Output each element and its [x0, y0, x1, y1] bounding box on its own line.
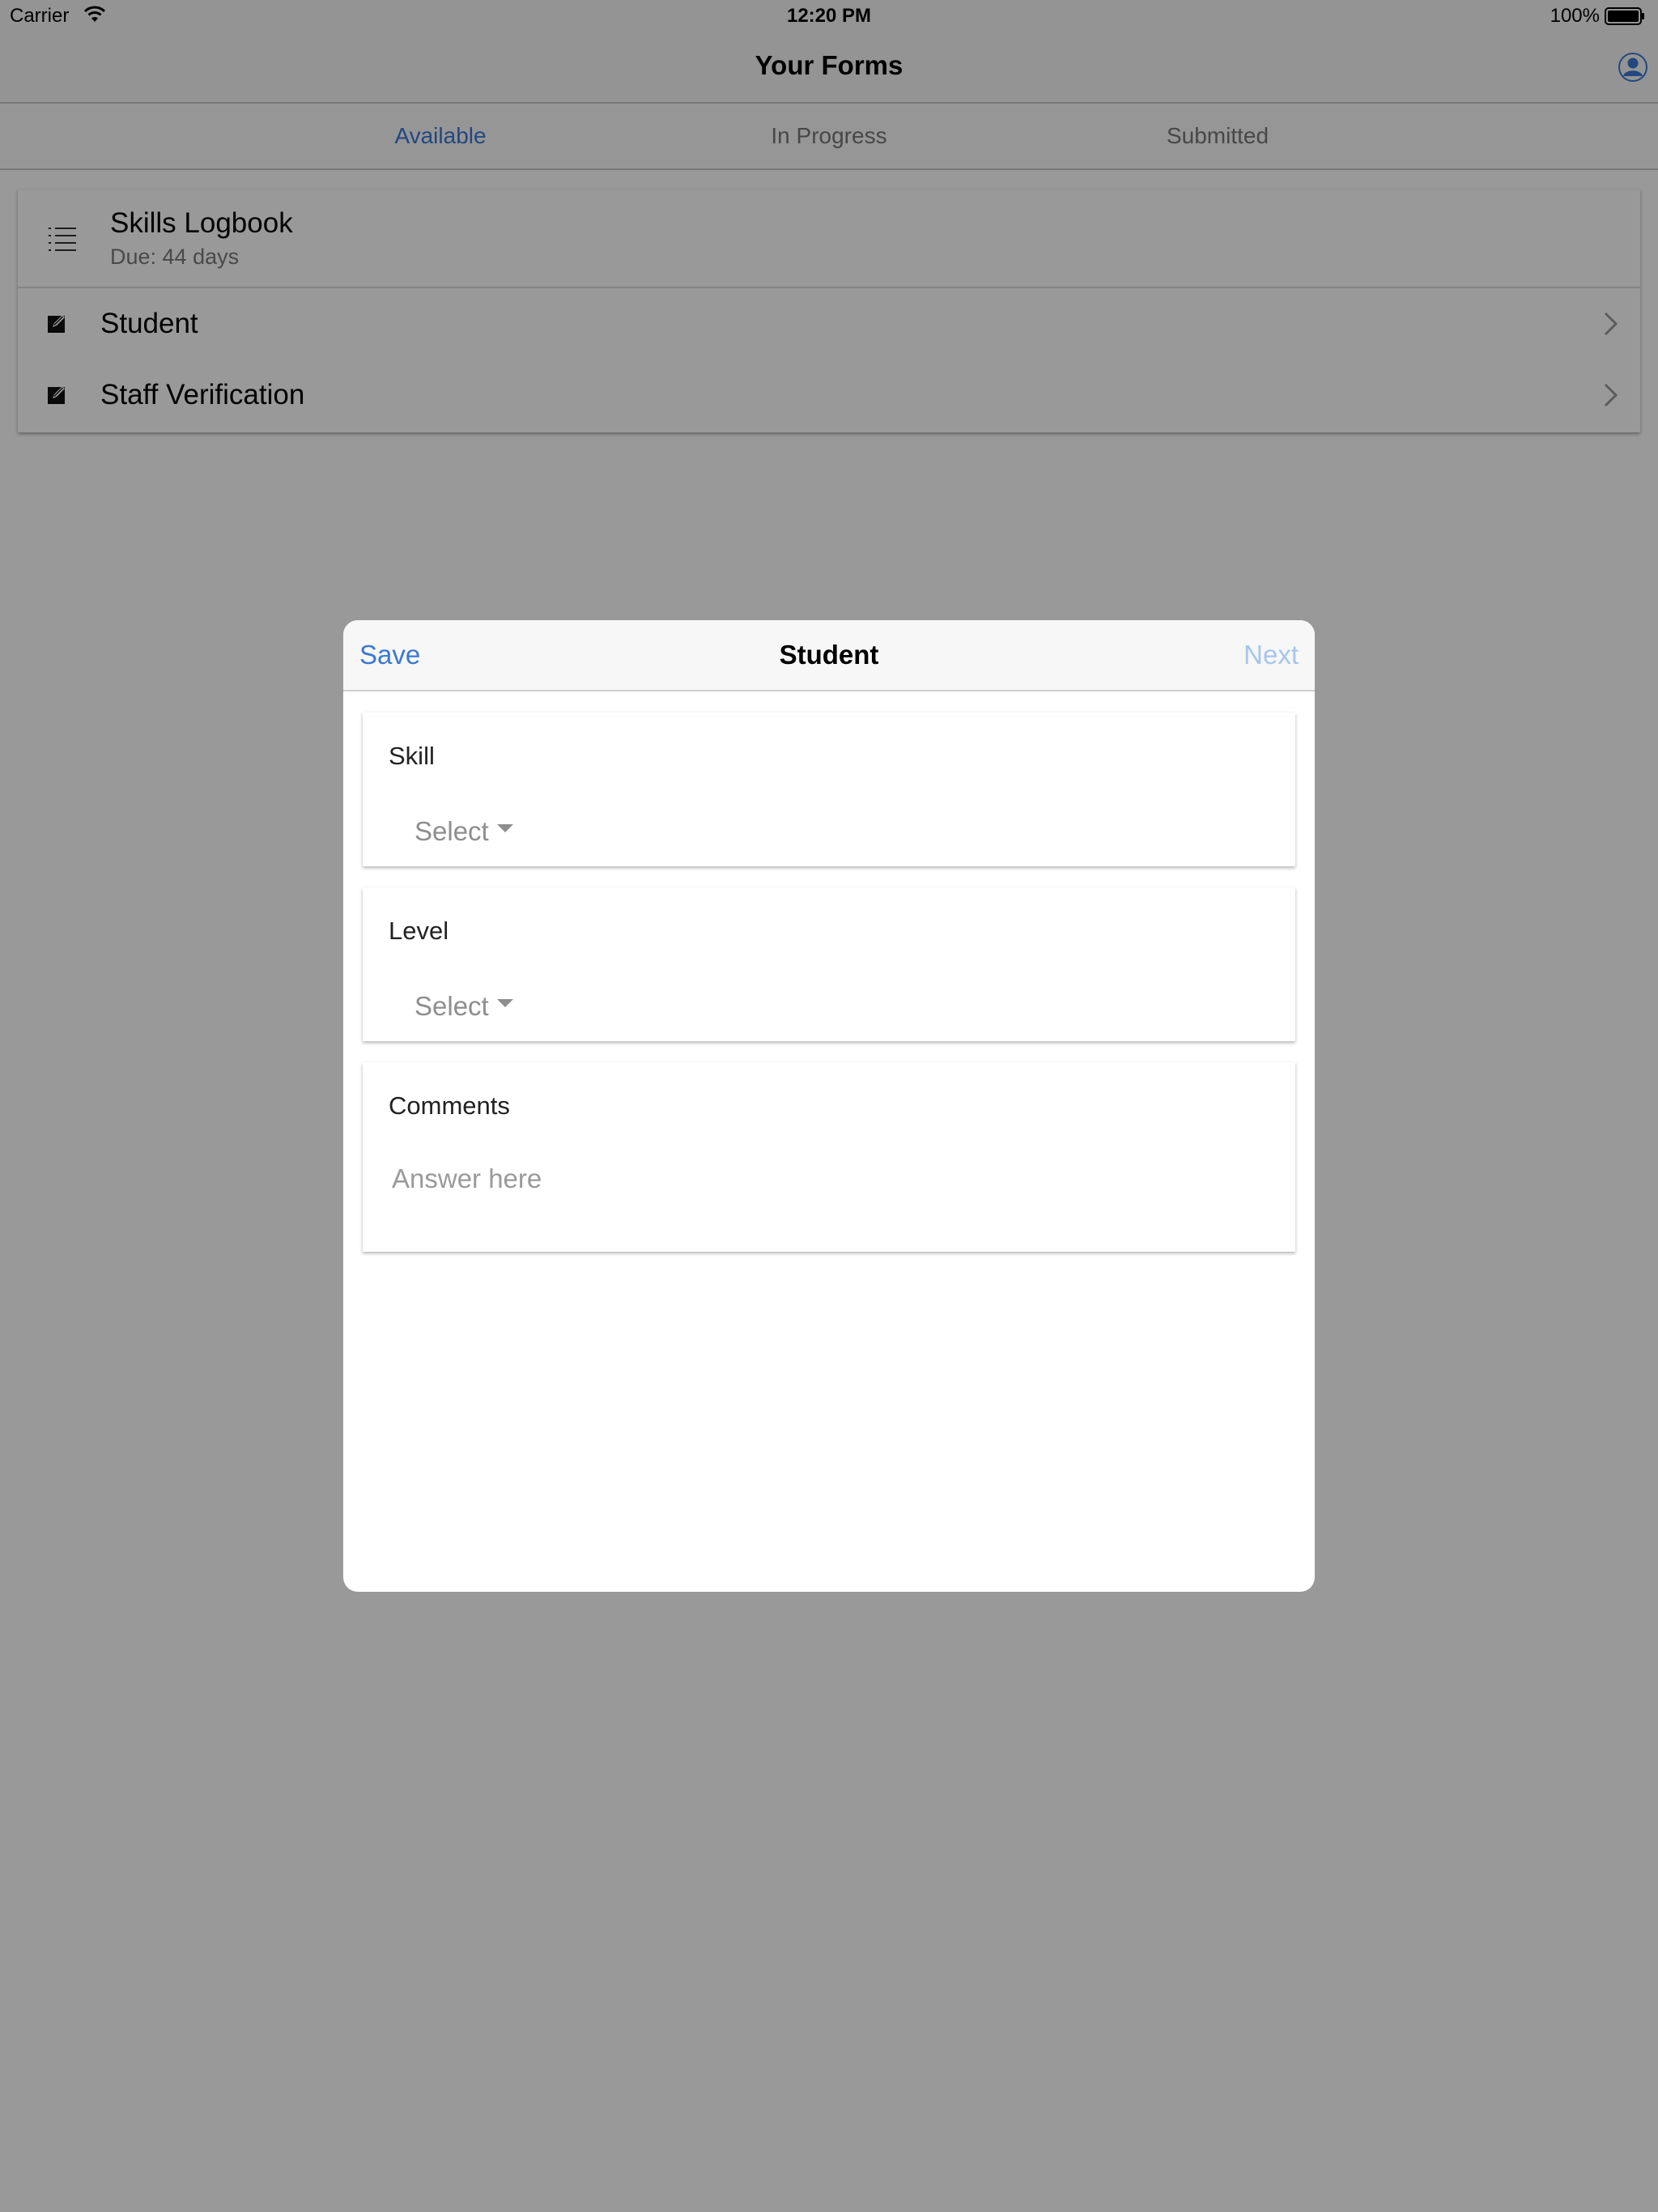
select-value: Select	[414, 816, 489, 846]
student-form-modal: Save Student Next Skill Select Level Sel…	[343, 620, 1315, 1592]
field-label: Level	[389, 917, 449, 945]
modal-title: Student	[779, 640, 879, 670]
comments-field-card: Comments	[363, 1062, 1295, 1252]
level-select[interactable]: Select	[414, 991, 513, 1022]
modal-header: Save Student Next	[343, 620, 1315, 691]
skill-field-card: Skill Select	[363, 713, 1295, 866]
caret-down-icon	[496, 824, 513, 833]
level-field-card: Level Select	[363, 887, 1295, 1041]
field-label: Comments	[389, 1091, 510, 1120]
next-button[interactable]: Next	[1244, 640, 1299, 670]
select-value: Select	[414, 991, 489, 1021]
field-label: Skill	[389, 742, 435, 770]
skill-select[interactable]: Select	[414, 816, 513, 847]
caret-down-icon	[496, 999, 513, 1008]
comments-input[interactable]	[389, 1155, 1263, 1203]
